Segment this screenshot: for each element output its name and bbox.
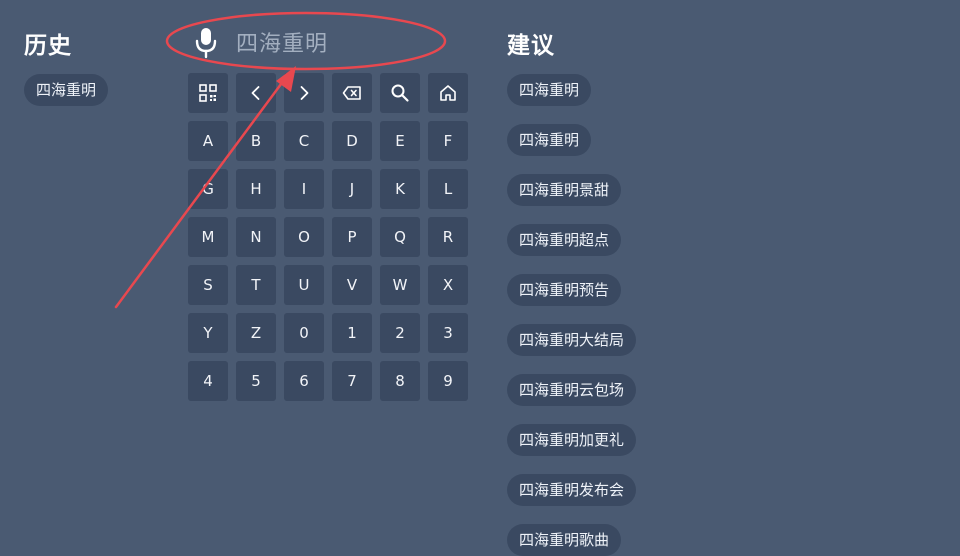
key-9[interactable]: 9 [428,361,468,401]
key-3[interactable]: 3 [428,313,468,353]
backspace-icon [342,86,361,100]
key-4[interactable]: 4 [188,361,228,401]
on-screen-keyboard: A B C D E F G H I J K L M N O P Q R S T … [188,73,468,401]
key-y[interactable]: Y [188,313,228,353]
suggestion-item[interactable]: 四海重明发布会 [507,474,637,506]
suggestion-item[interactable]: 四海重明 [507,124,592,156]
key-d[interactable]: D [332,121,372,161]
key-c[interactable]: C [284,121,324,161]
key-l[interactable]: L [428,169,468,209]
chevron-right-icon [300,86,309,100]
key-v[interactable]: V [332,265,372,305]
suggestion-item[interactable]: 四海重明超点 [507,224,622,256]
backspace-key[interactable] [332,73,372,113]
key-7[interactable]: 7 [332,361,372,401]
search-icon [391,84,409,102]
key-5[interactable]: 5 [236,361,276,401]
key-i[interactable]: I [284,169,324,209]
key-b[interactable]: B [236,121,276,161]
search-query-text[interactable]: 四海重明 [236,26,328,58]
key-1[interactable]: 1 [332,313,372,353]
key-6[interactable]: 6 [284,361,324,401]
home-icon [440,85,456,101]
history-title: 历史 [24,33,72,59]
key-e[interactable]: E [380,121,420,161]
search-key[interactable] [380,73,420,113]
key-w[interactable]: W [380,265,420,305]
home-key[interactable] [428,73,468,113]
key-j[interactable]: J [332,169,372,209]
key-k[interactable]: K [380,169,420,209]
key-g[interactable]: G [188,169,228,209]
key-t[interactable]: T [236,265,276,305]
key-u[interactable]: U [284,265,324,305]
key-2[interactable]: 2 [380,313,420,353]
key-s[interactable]: S [188,265,228,305]
suggestion-item[interactable]: 四海重明加更礼 [507,424,637,456]
key-8[interactable]: 8 [380,361,420,401]
key-h[interactable]: H [236,169,276,209]
cursor-left-key[interactable] [236,73,276,113]
annotation-overlay [114,11,447,309]
key-z[interactable]: Z [236,313,276,353]
mic-icon[interactable] [194,24,218,60]
key-q[interactable]: Q [380,217,420,257]
history-item[interactable]: 四海重明 [24,74,109,106]
suggestions-title: 建议 [507,33,555,59]
suggestion-item[interactable]: 四海重明 [507,74,592,106]
search-box[interactable]: 四海重明 [188,20,438,64]
key-o[interactable]: O [284,217,324,257]
key-x[interactable]: X [428,265,468,305]
key-n[interactable]: N [236,217,276,257]
key-a[interactable]: A [188,121,228,161]
key-m[interactable]: M [188,217,228,257]
cursor-right-key[interactable] [284,73,324,113]
suggestion-item[interactable]: 四海重明大结局 [507,324,637,356]
qr-code-icon [199,84,217,102]
key-0[interactable]: 0 [284,313,324,353]
suggestion-item[interactable]: 四海重明云包场 [507,374,637,406]
qr-code-key[interactable] [188,73,228,113]
suggestion-item[interactable]: 四海重明预告 [507,274,622,306]
key-p[interactable]: P [332,217,372,257]
suggestion-item[interactable]: 四海重明歌曲 [507,524,622,556]
chevron-left-icon [251,86,260,100]
suggestion-item[interactable]: 四海重明景甜 [507,174,622,206]
key-r[interactable]: R [428,217,468,257]
key-f[interactable]: F [428,121,468,161]
